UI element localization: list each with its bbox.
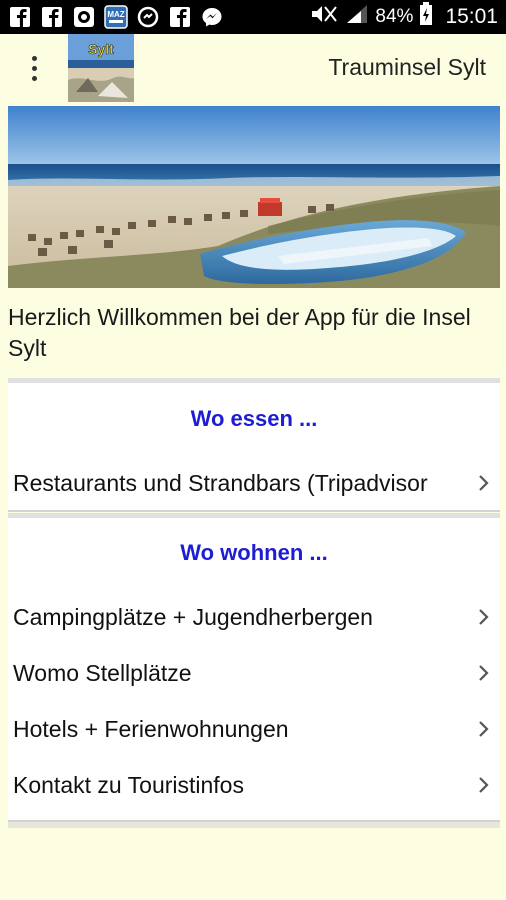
list-item-label: Restaurants und Strandbars (Tripadvisor <box>13 469 428 496</box>
menu-dot <box>31 75 37 81</box>
menu-dot <box>31 65 37 71</box>
svg-text:MAZ: MAZ <box>107 10 124 19</box>
facebook-icon <box>168 5 192 29</box>
chevron-right-icon <box>479 609 489 625</box>
section-card-essen: Wo essen ... Restaurants und Strandbars … <box>8 378 500 512</box>
chat-icon <box>72 5 96 29</box>
chevron-right-icon <box>479 665 489 681</box>
list-item-label: Hotels + Ferienwohnungen <box>13 715 289 742</box>
logo-text: Sylt <box>88 41 114 57</box>
status-bar: MAZ 84% 15:01 <box>0 0 506 34</box>
beach-hero-image <box>8 106 500 288</box>
battery-icon <box>419 2 433 32</box>
chevron-right-icon <box>479 777 489 793</box>
signal-icon <box>345 3 369 31</box>
facebook-icon <box>40 5 64 29</box>
list-item-touristinfos[interactable]: Kontakt zu Touristinfos <box>8 757 500 813</box>
section-heading: Wo wohnen ... <box>180 540 328 565</box>
list-item-restaurants[interactable]: Restaurants und Strandbars (Tripadvisor <box>8 455 500 511</box>
list-item-womo[interactable]: Womo Stellplätze <box>8 645 500 701</box>
sync-icon <box>136 5 160 29</box>
overflow-menu-button[interactable] <box>18 48 50 88</box>
mute-icon <box>309 3 339 31</box>
list-item-label: Kontakt zu Touristinfos <box>13 771 244 798</box>
section-heading: Wo essen ... <box>190 406 318 431</box>
list-item-label: Womo Stellplätze <box>13 659 192 686</box>
system-status: 84% 15:01 <box>309 2 498 32</box>
battery-percent: 84% <box>375 6 414 27</box>
app-bar: Sylt Trauminsel Sylt <box>0 34 506 102</box>
facebook-icon <box>8 5 32 29</box>
notification-icons: MAZ <box>8 5 224 29</box>
app-logo: Sylt <box>68 34 134 102</box>
divider <box>8 822 500 828</box>
list-item-camping[interactable]: Campingplätze + Jugendherbergen <box>8 589 500 645</box>
section-card-wohnen: Wo wohnen ... Campingplätze + Jugendherb… <box>8 513 500 822</box>
news-app-icon: MAZ <box>104 5 128 29</box>
clock: 15:01 <box>445 5 498 28</box>
list-item-hotels[interactable]: Hotels + Ferienwohnungen <box>8 701 500 757</box>
chevron-right-icon <box>479 475 489 491</box>
app-title: Trauminsel Sylt <box>328 54 486 80</box>
messenger-icon <box>200 5 224 29</box>
welcome-text: Herzlich Willkommen bei der App für die … <box>8 304 471 361</box>
menu-dot <box>31 55 37 61</box>
chevron-right-icon <box>479 721 489 737</box>
list-item-label: Campingplätze + Jugendherbergen <box>13 603 373 630</box>
